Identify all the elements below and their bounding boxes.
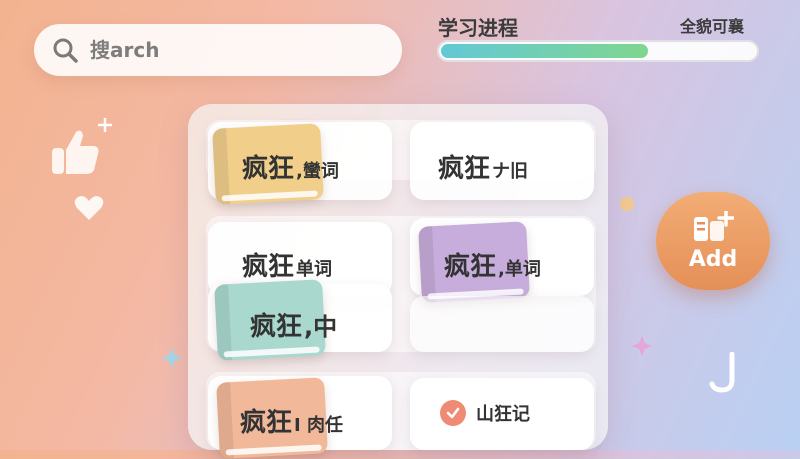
word-label: 疯狂 I 肉任 <box>240 402 343 439</box>
sparkle-icon <box>162 348 182 368</box>
progress-fill <box>441 44 648 58</box>
word-sub: ナ旧 <box>492 161 529 182</box>
search-input[interactable] <box>88 37 372 63</box>
progress-title: 学习进程 <box>438 16 518 40</box>
progress-bar <box>437 40 759 62</box>
sparkle-icon <box>98 118 112 132</box>
word-label: 疯狂 ,单词 <box>444 246 541 283</box>
heart-icon <box>74 196 104 220</box>
learned-label: 山狂记 <box>476 404 530 425</box>
progress-right-label[interactable]: 全貌可襄 <box>680 13 744 37</box>
word-sub: I 肉任 <box>294 415 343 436</box>
search-bar[interactable] <box>34 24 402 76</box>
word-sub: ,中 <box>304 313 338 341</box>
word-label: 疯狂 ,中 <box>250 306 337 343</box>
word-card-empty[interactable] <box>410 296 594 352</box>
thumbs-up-icon <box>52 130 99 174</box>
word-main: 疯狂 <box>444 252 497 282</box>
sparkle-icon <box>632 336 652 356</box>
word-main: 疯狂 <box>250 312 303 342</box>
search-icon <box>53 38 78 63</box>
word-main: 疯狂 <box>242 154 295 184</box>
learned-row[interactable]: 山狂记 <box>440 400 530 426</box>
word-main: 疯狂 <box>438 154 491 184</box>
check-icon <box>440 400 466 426</box>
word-sub: ,蠻词 <box>296 161 339 182</box>
word-main: 疯狂 <box>240 408 293 438</box>
add-button-label: Add <box>688 246 738 272</box>
word-sub: ,单词 <box>498 259 541 280</box>
word-main: 疯狂 <box>242 252 295 282</box>
swirl-icon <box>709 352 735 393</box>
add-button[interactable]: Add <box>656 192 770 290</box>
word-sub: 单词 <box>296 259 333 280</box>
word-label: 疯狂 单词 <box>242 246 332 283</box>
word-label: 疯狂 ,蠻词 <box>242 148 339 185</box>
decor-dot <box>620 197 634 211</box>
word-label: 疯狂 ナ旧 <box>438 148 528 185</box>
add-cards-icon <box>694 210 734 241</box>
